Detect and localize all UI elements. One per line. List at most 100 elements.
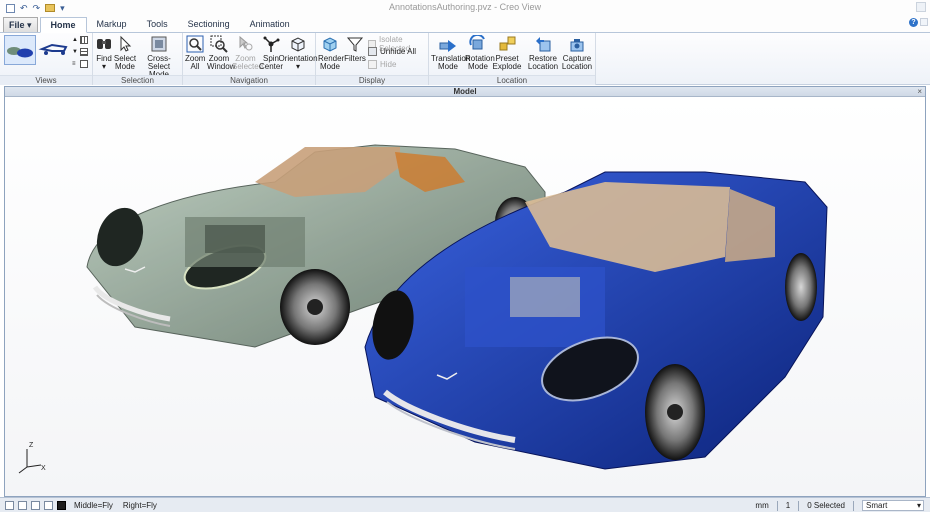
status-right: mm 1 0 Selected Smart <box>755 500 924 511</box>
preset-explode-label: Preset Explode <box>492 54 522 71</box>
group-label-navigation: Navigation <box>183 75 315 85</box>
capture-location-icon <box>568 35 586 53</box>
model-scene[interactable]: Z X <box>5 97 925 496</box>
rotate-mode-icon[interactable] <box>31 500 40 510</box>
ribbon: ▲ ▼ ≡ Views Find ▾ Select Mode Cross-Sel… <box>0 33 930 85</box>
selected-count: 0 Selected <box>807 501 845 510</box>
zoom-mode-icon[interactable] <box>18 500 27 510</box>
tab-animation[interactable]: Animation <box>240 17 300 32</box>
help-icon[interactable]: ? <box>909 18 918 27</box>
dropdown-arrow-icon: ▾ <box>295 62 300 71</box>
view-add-icon[interactable] <box>80 60 88 68</box>
cross-select-icon <box>150 35 168 53</box>
filters-button[interactable]: Filters <box>344 35 366 63</box>
group-label-display: Display <box>316 75 428 85</box>
cross-select-mode-button[interactable]: Cross-Select Mode <box>139 35 179 79</box>
group-selection: Find ▾ Select Mode Cross-Select Mode Sel… <box>93 33 183 85</box>
explode-icon <box>498 35 516 53</box>
orientation-button[interactable]: Orientation ▾ <box>278 35 318 71</box>
units-label: mm <box>755 501 769 510</box>
status-bar: Middle=Fly Right=Fly mm 1 0 Selected Sma… <box>0 497 930 512</box>
zoom-selected-icon <box>237 35 255 53</box>
model-window-header: Model × <box>5 87 925 97</box>
pan-mode-icon[interactable] <box>5 500 14 510</box>
group-label-views: Views <box>0 75 92 85</box>
view-list-icon[interactable] <box>80 48 88 56</box>
model-window-title: Model <box>453 87 477 96</box>
capture-location-label: Capture Location <box>561 54 593 71</box>
capture-location-button[interactable]: Capture Location <box>561 35 593 71</box>
hide-button[interactable]: Hide <box>368 60 396 69</box>
view-thumbnail-frame[interactable] <box>38 35 70 65</box>
dropdown-arrow-icon: ▾ <box>101 62 106 71</box>
group-label-location: Location <box>429 75 595 85</box>
right-mode-label: Right=Fly <box>122 500 157 510</box>
views-expand-icon[interactable]: ≡ <box>72 61 76 67</box>
render-mode-label: Render Mode <box>318 54 345 71</box>
close-icon[interactable]: × <box>917 87 922 97</box>
tab-tools[interactable]: Tools <box>137 17 178 32</box>
translation-mode-button[interactable]: Translation Mode <box>431 35 470 71</box>
group-display: Render Mode Filters Isolate Selected Unh… <box>316 33 429 85</box>
cursor-icon <box>116 35 134 53</box>
orientation-icon <box>289 35 307 53</box>
tab-markup[interactable]: Markup <box>87 17 137 32</box>
select-mode-label: Select Mode <box>113 54 137 71</box>
view-thumbnail-cars[interactable] <box>4 35 36 65</box>
restore-location-icon <box>534 35 552 53</box>
3d-viewport[interactable]: Z X <box>5 97 925 496</box>
zoom-all-button[interactable]: Zoom All <box>185 35 205 71</box>
ribbon-tabs: File ▾ Home Markup Tools Sectioning Anim… <box>0 16 930 33</box>
axis-x-label: X <box>41 465 46 472</box>
rotation-icon <box>469 33 487 53</box>
title-bar: ↶ ↷ ▾ AnnotationsAuthoring.pvz - Creo Vi… <box>0 0 930 16</box>
group-location: Translation Mode Rotation Mode Preset Ex… <box>429 33 596 85</box>
axis-z-label: Z <box>29 442 34 449</box>
preset-explode-button[interactable]: Preset Explode <box>492 35 522 71</box>
select-mode-button[interactable]: Select Mode <box>113 35 137 71</box>
black-square-icon[interactable] <box>57 500 66 510</box>
render-cube-icon <box>321 35 339 53</box>
restore-location-label: Restore Location <box>527 54 559 71</box>
group-navigation: Zoom All Zoom Window Zoom Selected Spin … <box>183 33 318 85</box>
views-scroll-up-icon[interactable]: ▲ <box>72 37 78 43</box>
hide-label: Hide <box>380 60 397 69</box>
tab-home[interactable]: Home <box>39 17 87 33</box>
find-button[interactable]: Find ▾ <box>95 35 113 71</box>
group-label-selection: Selection <box>93 75 182 85</box>
view-grid-icon[interactable] <box>80 36 88 44</box>
selection-filter-select[interactable]: Smart <box>862 500 924 511</box>
zoom-window-icon <box>210 35 228 53</box>
rotation-mode-button[interactable]: Rotation Mode <box>465 33 495 71</box>
unhide-all-button[interactable]: Unhide All <box>368 47 416 56</box>
filter-funnel-icon <box>346 35 364 53</box>
mouse-mode-text: Middle=Fly Right=Fly <box>74 501 157 510</box>
fly-mode-icon[interactable] <box>44 500 53 510</box>
tab-sectioning[interactable]: Sectioning <box>178 17 240 32</box>
zoom-selected-label: Zoom Selected <box>232 54 264 71</box>
model-window: Model × Z X <box>4 86 926 497</box>
translation-icon <box>439 35 457 53</box>
status-separator <box>776 500 778 511</box>
zoom-all-label: Zoom All <box>185 54 206 71</box>
zoom-window-label: Zoom Window <box>207 54 236 71</box>
zoom-window-button[interactable]: Zoom Window <box>207 35 236 71</box>
render-mode-button[interactable]: Render Mode <box>318 35 345 71</box>
minimize-icon[interactable] <box>916 2 926 12</box>
tab-file[interactable]: File ▾ <box>3 17 38 32</box>
ribbon-collapse-icon[interactable] <box>920 18 928 26</box>
unhide-icon <box>368 47 377 56</box>
status-icons <box>0 500 66 510</box>
unhide-all-label: Unhide All <box>380 47 417 56</box>
zoom-selected-button[interactable]: Zoom Selected <box>232 35 264 71</box>
hide-icon <box>368 60 377 69</box>
spin-center-icon <box>262 35 280 53</box>
restore-location-button[interactable]: Restore Location <box>527 35 559 71</box>
filters-label: Filters <box>344 54 366 63</box>
zoom-all-icon <box>186 35 204 53</box>
views-scroll-down-icon[interactable]: ▼ <box>72 49 78 55</box>
middle-mode-label: Middle=Fly <box>74 500 113 510</box>
window-title: AnnotationsAuthoring.pvz - Creo View <box>389 2 541 12</box>
window-controls <box>916 2 926 12</box>
spin-center-button[interactable]: Spin Center <box>259 35 283 71</box>
